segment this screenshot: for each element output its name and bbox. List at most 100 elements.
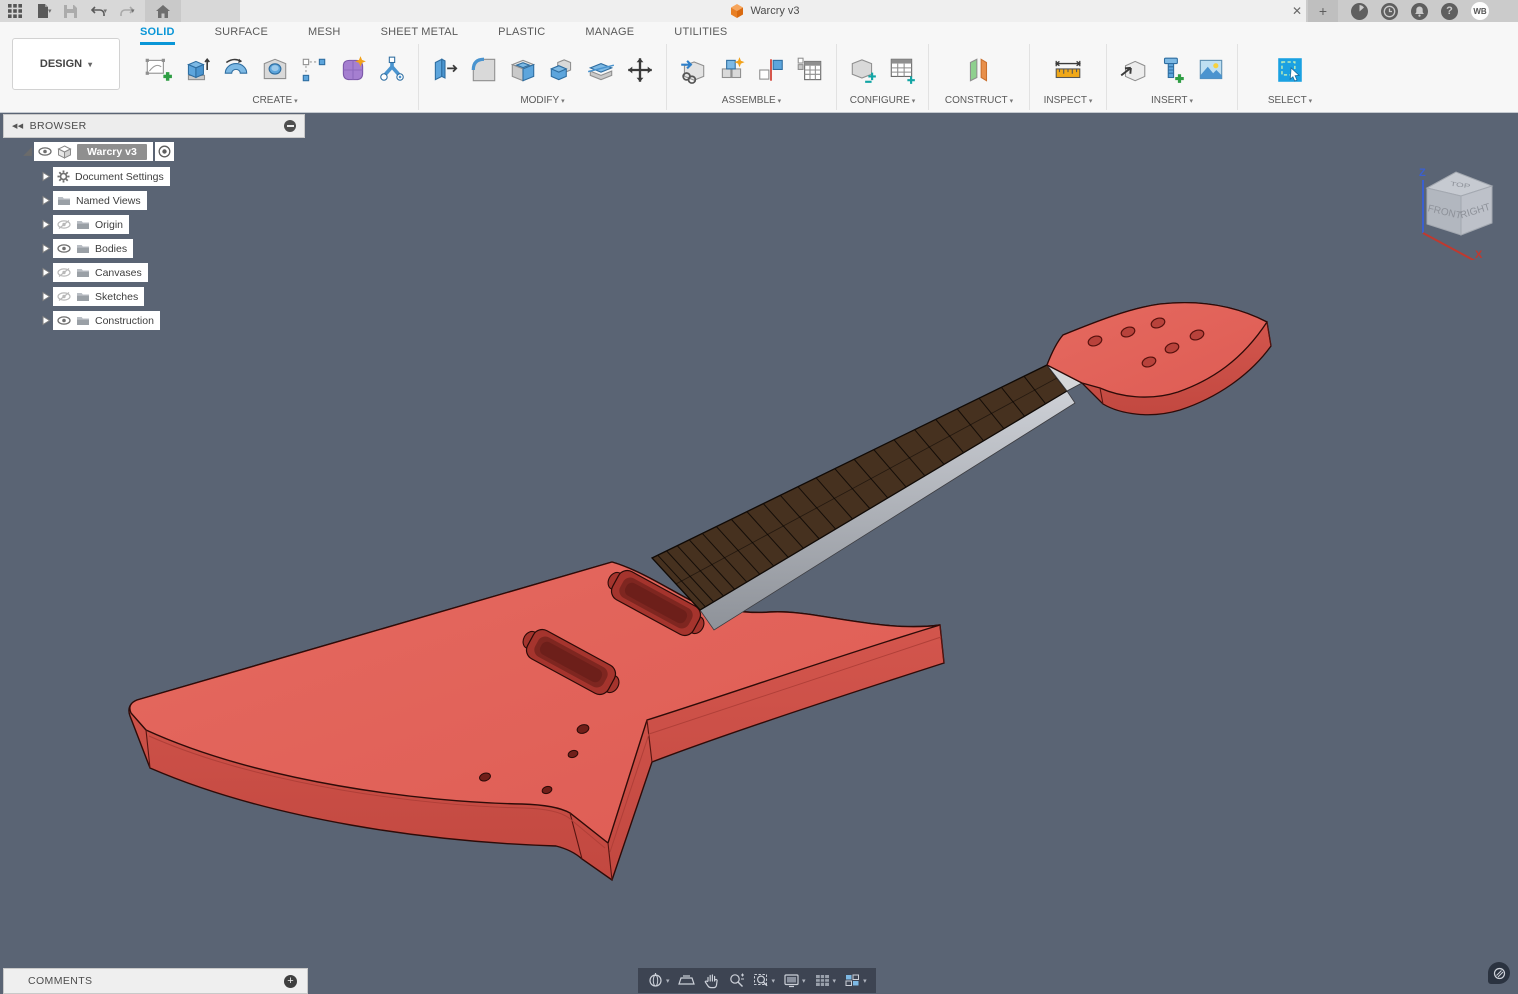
ribbon-toolbar: SOLID SURFACE MESH SHEET METAL PLASTIC M… (0, 22, 1518, 113)
group-label-select[interactable]: SELECT (1238, 95, 1342, 110)
tab-mesh[interactable]: MESH (308, 26, 341, 45)
expand-arrow-icon[interactable] (39, 170, 53, 184)
group-create: CREATE (132, 44, 419, 110)
fit-tool[interactable]: ▾ (750, 968, 779, 993)
tab-utilities[interactable]: UTILITIES (674, 26, 727, 45)
close-tab-icon[interactable]: ✕ (1288, 0, 1306, 22)
create-form-icon[interactable] (335, 48, 371, 92)
tree-row-sketches: Sketches (39, 287, 144, 306)
fillet-icon[interactable] (466, 48, 502, 92)
group-label-insert[interactable]: INSERT (1107, 95, 1237, 110)
pattern-icon[interactable] (296, 48, 332, 92)
group-label-configure[interactable]: CONFIGURE (837, 95, 928, 110)
notifications-bell-icon[interactable] (1411, 3, 1428, 20)
joint-icon[interactable] (753, 48, 789, 92)
view-cube[interactable]: Z X TOP FRONT RIGHT (1405, 140, 1515, 260)
group-label-create[interactable]: CREATE (132, 95, 418, 110)
insert-canvas-icon[interactable] (1193, 48, 1229, 92)
hole-icon[interactable] (257, 48, 293, 92)
insert-fastener-icon[interactable] (1154, 48, 1190, 92)
expand-arrow-icon[interactable] (39, 314, 53, 328)
new-component-icon[interactable] (714, 48, 750, 92)
tab-surface[interactable]: SURFACE (215, 26, 268, 45)
activate-component-radio[interactable] (155, 142, 174, 161)
move-copy-icon[interactable] (622, 48, 658, 92)
select-icon[interactable] (1272, 48, 1308, 92)
shell-icon[interactable] (505, 48, 541, 92)
expand-arrow-open-icon[interactable] (20, 145, 34, 159)
revolve-icon[interactable] (218, 48, 254, 92)
expand-arrow-icon[interactable] (39, 290, 53, 304)
visibility-hidden-eye-icon[interactable] (57, 291, 71, 302)
viewports-icon (844, 972, 861, 989)
root-component-label[interactable]: Warcry v3 (77, 144, 147, 160)
add-comment-icon[interactable]: + (284, 975, 297, 988)
group-label-inspect[interactable]: INSPECT (1030, 95, 1106, 110)
group-label-modify[interactable]: MODIFY (419, 95, 666, 110)
folder-icon (76, 291, 90, 302)
browser-minimize-icon[interactable] (284, 120, 296, 132)
press-pull-icon[interactable] (427, 48, 463, 92)
extensions-icon[interactable] (1351, 3, 1368, 20)
comments-label: COMMENTS (28, 975, 284, 987)
split-body-icon[interactable] (583, 48, 619, 92)
tree-row-document-settings: Document Settings (39, 167, 170, 186)
save-icon[interactable] (62, 2, 80, 20)
feedback-bubble-icon[interactable] (1488, 962, 1510, 984)
browser-panel: ◀◀ BROWSER Warcry v3 Do (3, 114, 305, 138)
configuration-icon[interactable] (845, 48, 881, 92)
job-status-clock-icon[interactable] (1381, 3, 1398, 20)
expand-arrow-icon[interactable] (39, 218, 53, 232)
expand-arrow-icon[interactable] (39, 242, 53, 256)
guitar-model (0, 112, 1518, 994)
visibility-eye-icon[interactable] (57, 315, 71, 326)
combine-icon[interactable] (544, 48, 580, 92)
tab-plastic[interactable]: PLASTIC (498, 26, 545, 45)
group-label-assemble[interactable]: ASSEMBLE (667, 95, 836, 110)
orbit-tool[interactable]: ▾ (644, 968, 673, 993)
insert-derive-icon[interactable] (675, 48, 711, 92)
display-settings-tool[interactable]: ▾ (780, 968, 809, 993)
comments-bar[interactable]: COMMENTS + (3, 968, 308, 994)
undo-caret[interactable]: ▾ (104, 7, 108, 15)
extrude-icon[interactable] (179, 48, 215, 92)
visibility-eye-icon[interactable] (57, 243, 71, 254)
viewports-tool[interactable]: ▾ (841, 968, 870, 993)
document-tab[interactable]: Warcry v3 (240, 0, 1290, 22)
expand-arrow-icon[interactable] (39, 194, 53, 208)
browser-title: BROWSER (30, 120, 87, 132)
browser-collapse-icon[interactable]: ◀◀ (12, 122, 24, 130)
tab-solid[interactable]: SOLID (140, 26, 175, 45)
guitar-headstock (1047, 303, 1271, 415)
redo-caret[interactable]: ▾ (131, 7, 135, 15)
look-at-tool[interactable] (675, 968, 698, 993)
tree-item-label: Construction (95, 315, 154, 327)
workspace-switcher[interactable]: DESIGN (12, 38, 120, 90)
configuration-table-icon[interactable] (884, 48, 920, 92)
help-icon[interactable]: ? (1441, 3, 1458, 20)
pan-tool[interactable] (700, 968, 723, 993)
new-tab-icon[interactable]: + (1308, 0, 1338, 22)
measure-icon[interactable] (1050, 48, 1086, 92)
insert-mesh-icon[interactable] (1115, 48, 1151, 92)
visibility-hidden-eye-icon[interactable] (57, 219, 71, 230)
file-menu-caret[interactable]: ▾ (48, 7, 52, 15)
construction-plane-icon[interactable] (961, 48, 997, 92)
group-label-construct[interactable]: CONSTRUCT (929, 95, 1029, 110)
grid-settings-tool[interactable]: ▾ (811, 968, 840, 993)
expand-arrow-icon[interactable] (39, 266, 53, 280)
tab-sheet-metal[interactable]: SHEET METAL (381, 26, 459, 45)
zoom-tool[interactable] (725, 968, 748, 993)
app-grid-icon[interactable] (6, 2, 24, 20)
file-home-tile[interactable] (145, 0, 181, 22)
zoom-icon (728, 972, 745, 989)
user-avatar[interactable]: WB (1471, 2, 1489, 20)
fusion-360-window: ▾ ▾ ▾ Warcry v3 ✕ (0, 0, 1518, 994)
visibility-hidden-eye-icon[interactable] (57, 267, 71, 278)
model-viewport[interactable]: ◀◀ BROWSER Warcry v3 Do (0, 112, 1518, 994)
generative-study-icon[interactable] (374, 48, 410, 92)
bom-table-icon[interactable] (792, 48, 828, 92)
create-sketch-icon[interactable] (140, 48, 176, 92)
tab-manage[interactable]: MANAGE (585, 26, 634, 45)
visibility-eye-icon[interactable] (38, 146, 52, 157)
